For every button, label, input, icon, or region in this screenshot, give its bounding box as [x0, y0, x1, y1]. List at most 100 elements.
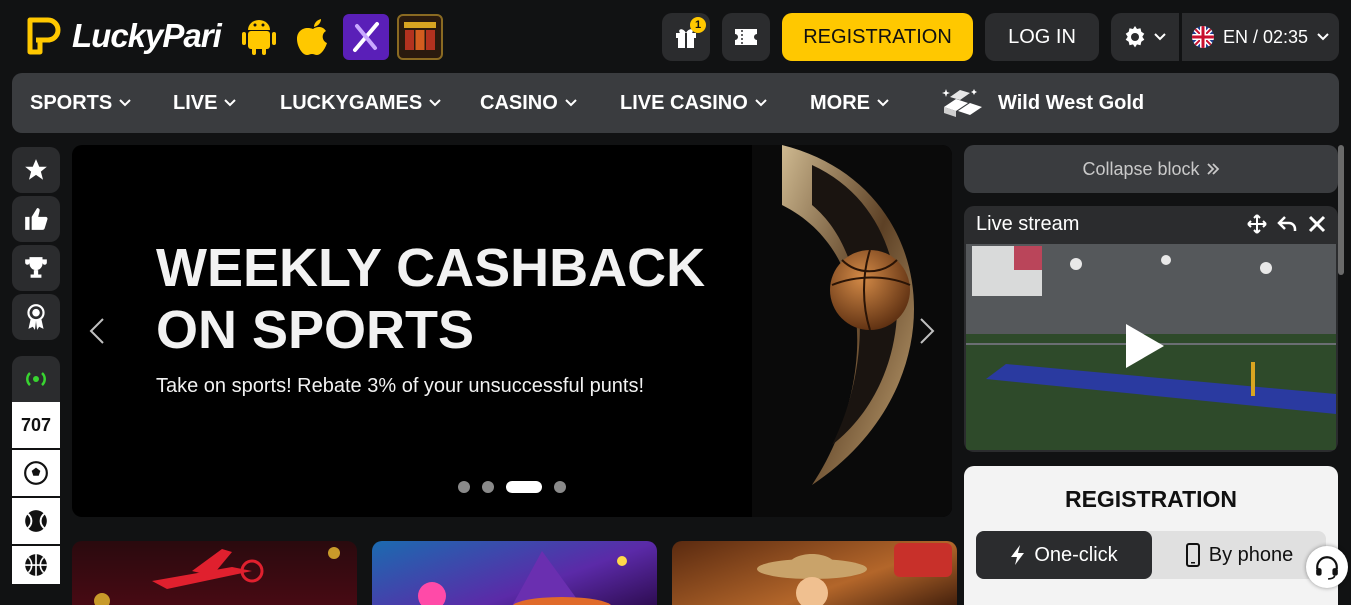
language-time-selector[interactable]: EN / 02:35: [1182, 13, 1339, 61]
chevron-right-icon: [920, 318, 935, 344]
chevron-left-icon: [89, 318, 104, 344]
chevron-down-icon: [755, 99, 767, 107]
detach-stream-button[interactable]: [1275, 212, 1299, 236]
banner-pagination: [458, 481, 566, 493]
registration-title: REGISTRATION: [1064, 486, 1238, 512]
chevron-down-icon: [565, 99, 577, 107]
nav-item-label: CASINO: [480, 91, 558, 114]
settings-button[interactable]: [1111, 13, 1179, 61]
banner-next-button[interactable]: [912, 313, 942, 349]
main-nav: SPORTS LIVE LUCKYGAMES CASINO LIVE CASIN…: [12, 73, 1339, 133]
tournaments-button[interactable]: [12, 245, 60, 291]
banner-prev-button[interactable]: [82, 313, 112, 349]
slot-app-link[interactable]: [397, 14, 443, 60]
logo-text: LuckyPari: [72, 17, 222, 54]
chevron-down-icon: [1154, 33, 1166, 41]
language-time-label: EN / 02:35: [1222, 26, 1309, 47]
sport-football-button[interactable]: [12, 450, 60, 496]
close-stream-button[interactable]: [1305, 212, 1329, 236]
live-events-count: 707: [12, 402, 60, 448]
gift-count-badge: 1: [690, 17, 706, 33]
nav-item-label: LUCKYGAMES: [280, 91, 423, 114]
lightning-icon: [1011, 545, 1025, 565]
pagination-dot-active[interactable]: [506, 481, 542, 493]
tab-one-click[interactable]: One-click: [976, 531, 1152, 579]
close-icon: [1308, 215, 1326, 233]
registration-tabs: One-click By phone: [976, 531, 1326, 579]
witch-graphic: [418, 551, 627, 605]
game-tile-cowgirl[interactable]: [672, 541, 957, 605]
pagination-dot[interactable]: [554, 481, 566, 493]
game-tile-witch[interactable]: [372, 541, 657, 605]
x-app-icon: [353, 22, 379, 52]
right-column-scrollbar[interactable]: [1338, 145, 1344, 275]
promo-banner[interactable]: WEEKLY CASHBACK ON SPORTS Take on sports…: [72, 145, 952, 517]
tab-by-phone[interactable]: By phone: [1152, 531, 1326, 579]
chevron-down-icon: [224, 99, 237, 107]
move-stream-button[interactable]: [1245, 212, 1269, 236]
nav-promo-wild-west-gold[interactable]: Wild West Gold: [940, 73, 1144, 133]
award-ribbon-icon: [27, 304, 45, 330]
live-stream-video[interactable]: [966, 244, 1336, 450]
trophy-icon: [25, 257, 47, 278]
nav-item-casino[interactable]: CASINO: [480, 73, 578, 133]
chevron-down-icon: [429, 99, 441, 107]
android-app-link[interactable]: [236, 14, 282, 60]
nav-item-label: LIVE CASINO: [620, 91, 748, 114]
chevron-down-icon: [1317, 33, 1329, 41]
sport-basketball-button[interactable]: [12, 546, 60, 584]
live-stream-title: Live stream: [976, 213, 1080, 235]
tennis-ball-icon: [25, 510, 47, 532]
live-stream-panel: Live stream: [964, 206, 1338, 452]
thumbs-up-icon: [25, 208, 48, 230]
rewards-button[interactable]: [12, 294, 60, 340]
nav-item-label: LIVE: [173, 91, 218, 114]
live-broadcast-icon: [26, 372, 46, 386]
gold-bars-icon: [942, 89, 982, 117]
undo-arrow-icon: [1277, 216, 1297, 231]
logo-mark-icon: [27, 17, 61, 55]
uk-flag-icon: [1191, 26, 1214, 48]
nav-item-sports[interactable]: SPORTS: [30, 73, 132, 133]
football-icon: [24, 461, 48, 485]
chevron-down-icon: [877, 99, 889, 107]
gift-button[interactable]: 1: [662, 13, 710, 61]
pagination-dot[interactable]: [458, 481, 470, 493]
move-icon: [1247, 214, 1267, 234]
chevron-down-icon: [119, 99, 131, 107]
nav-promo-label: Wild West Gold: [998, 91, 1145, 114]
support-chat-button[interactable]: [1306, 546, 1348, 588]
nav-item-live[interactable]: LIVE: [173, 73, 237, 133]
banner-title: WEEKLY CASHBACK ON SPORTS: [156, 238, 706, 360]
sport-tennis-button[interactable]: [12, 498, 60, 544]
x-app-link[interactable]: [343, 14, 389, 60]
tab-by-phone-label: By phone: [1208, 543, 1294, 566]
tab-one-click-label: One-click: [1034, 543, 1118, 566]
game-tile-aviator[interactable]: [72, 541, 357, 605]
headset-icon: [1316, 556, 1338, 580]
android-icon: [242, 20, 276, 55]
apple-icon: [297, 19, 327, 55]
star-icon: [25, 159, 47, 180]
apple-app-link[interactable]: [290, 14, 336, 60]
logo[interactable]: LuckyPari: [22, 12, 222, 60]
phone-icon: [1185, 543, 1200, 567]
recommended-button[interactable]: [12, 196, 60, 242]
registration-button[interactable]: REGISTRATION: [782, 13, 973, 61]
ticket-icon: [735, 29, 757, 45]
banner-subtitle: Take on sports! Rebate 3% of your unsucc…: [156, 375, 645, 397]
gear-icon: [1125, 26, 1145, 48]
collapse-block-button[interactable]: Collapse block: [964, 145, 1338, 193]
live-filter-button[interactable]: [12, 356, 60, 402]
nav-item-live-casino[interactable]: LIVE CASINO: [620, 73, 768, 133]
registration-panel: REGISTRATION One-click By phone: [964, 466, 1338, 605]
header: LuckyPari 1 REGISTRATION LOG IN EN / 02:…: [0, 0, 1351, 72]
nav-item-more[interactable]: MORE: [810, 73, 890, 133]
coupon-button[interactable]: [722, 13, 770, 61]
nav-item-label: MORE: [810, 91, 870, 114]
pagination-dot[interactable]: [482, 481, 494, 493]
login-button[interactable]: LOG IN: [985, 13, 1099, 61]
nav-item-luckygames[interactable]: LUCKYGAMES: [280, 73, 442, 133]
collapse-block-label: Collapse block: [1082, 158, 1200, 179]
favorites-button[interactable]: [12, 147, 60, 193]
